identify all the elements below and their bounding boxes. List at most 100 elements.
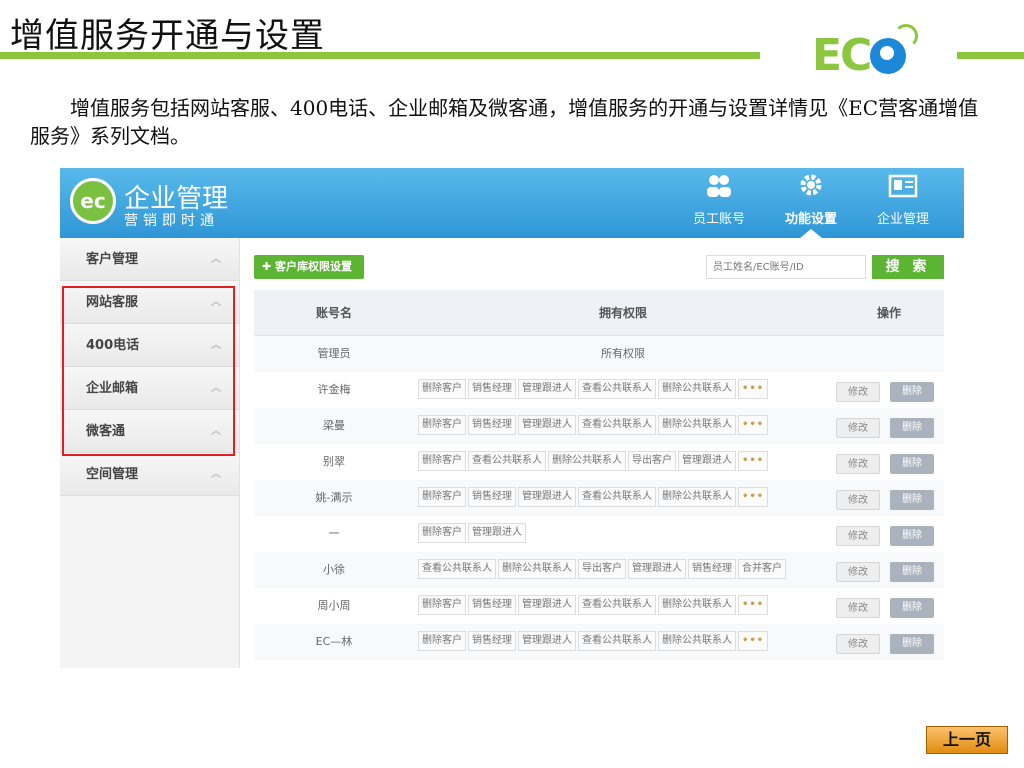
- edit-button[interactable]: 修改: [836, 634, 880, 654]
- permission-tag: 删除公共联系人: [658, 487, 736, 507]
- chevron-up-icon: ︿: [211, 254, 221, 265]
- delete-button[interactable]: 删除: [890, 526, 934, 546]
- app-logo-icon: ec: [70, 178, 116, 224]
- permission-tag: 查看公共联系人: [468, 451, 546, 471]
- account-name: 姚-满示: [315, 491, 353, 504]
- permission-tag: 删除客户: [418, 415, 466, 435]
- delete-button[interactable]: 删除: [890, 598, 934, 618]
- nav-label: 功能设置: [784, 212, 837, 227]
- table-row: 别翠 删除客户 查看公共联系人 删除公共联系人 导出客户 管理跟进人 ••• 修改 删除: [254, 444, 944, 480]
- chevron-up-icon: ︿: [211, 426, 221, 437]
- permission-tags: 删除客户 销售经理 管理跟进人 查看公共联系人 删除公共联系人 •••: [418, 595, 828, 615]
- sidebar-item-400-phone[interactable]: 400电话 ︿: [60, 324, 239, 367]
- permission-tag: 删除客户: [418, 451, 466, 471]
- permission-tag: 销售经理: [468, 487, 516, 507]
- nav-staff-account[interactable]: 员工账号: [684, 168, 754, 238]
- permission-tag: 导出客户: [578, 559, 626, 579]
- main-panel: ✚ 客户库权限设置 搜 索 账号名 拥有权限 操作 管理员所有权限许金梅删除客户…: [240, 238, 964, 668]
- nav-enterprise-management[interactable]: 企业管理: [868, 168, 938, 238]
- account-name: 小徐: [323, 563, 345, 576]
- permission-tag: 导出客户: [628, 451, 676, 471]
- permission-tag: 销售经理: [468, 631, 516, 651]
- edit-button[interactable]: 修改: [836, 526, 880, 546]
- permission-tag: 删除客户: [418, 631, 466, 651]
- search-button[interactable]: 搜 索: [872, 255, 944, 279]
- chevron-up-icon: ︿: [211, 383, 221, 394]
- account-name: 梁曼: [323, 419, 345, 432]
- permission-tags: 查看公共联系人 删除公共联系人 导出客户 管理跟进人 销售经理 合并客户: [418, 559, 828, 579]
- chevron-up-icon: ︿: [211, 469, 221, 480]
- permission-tag: 管理跟进人: [678, 451, 736, 471]
- delete-button[interactable]: 删除: [890, 562, 934, 582]
- edit-button[interactable]: 修改: [836, 382, 880, 402]
- brand-logo: EC: [812, 22, 922, 82]
- permission-table: 账号名 拥有权限 操作 管理员 所有权限 许金梅 删除客户 销售经理 管理跟进人 查看公共联…: [254, 290, 944, 660]
- gear-icon: [776, 168, 846, 208]
- permission-tag: 查看公共联系人: [418, 559, 496, 579]
- account-name: EC—林: [315, 635, 353, 648]
- add-permission-label: 客户库权限设置: [275, 260, 353, 273]
- more-tags-button[interactable]: •••: [738, 451, 769, 471]
- title-underline-right: [957, 52, 1024, 59]
- chevron-up-icon: ︿: [211, 340, 221, 351]
- permission-tag: 查看公共联系人: [578, 631, 656, 651]
- permission-tag: 管理跟进人: [628, 559, 686, 579]
- chevron-up-icon: ︿: [211, 297, 221, 308]
- table-row: 管理员 所有权限: [254, 336, 944, 372]
- header-name: 账号名: [315, 306, 352, 320]
- permission-tags: 删除客户 管理跟进人: [418, 523, 828, 543]
- edit-button[interactable]: 修改: [836, 598, 880, 618]
- sidebar-item-label: 网站客服: [86, 295, 139, 310]
- table-row: EC—林 删除客户 销售经理 管理跟进人 查看公共联系人 删除公共联系人 ••• 修改 删除: [254, 624, 944, 660]
- permission-tag: 删除公共联系人: [658, 631, 736, 651]
- search-input[interactable]: [706, 255, 866, 279]
- delete-button[interactable]: 删除: [890, 418, 934, 438]
- permission-tag: 删除公共联系人: [498, 559, 576, 579]
- nav-label: 员工账号: [692, 212, 745, 227]
- more-tags-button[interactable]: •••: [738, 631, 769, 651]
- delete-button[interactable]: 删除: [890, 382, 934, 402]
- more-tags-button[interactable]: •••: [738, 379, 769, 399]
- more-tags-button[interactable]: •••: [738, 415, 769, 435]
- table-body: 管理员 所有权限 许金梅 删除客户 销售经理 管理跟进人 查看公共联系人 删除公共联系人 •••…: [254, 336, 944, 660]
- permission-tag: 管理跟进人: [518, 487, 576, 507]
- sidebar-item-weiketong[interactable]: 微客通 ︿: [60, 410, 239, 453]
- permission-tag: 管理跟进人: [518, 631, 576, 651]
- delete-button[interactable]: 删除: [890, 454, 934, 474]
- delete-button[interactable]: 删除: [890, 490, 934, 510]
- sidebar-item-web-service[interactable]: 网站客服 ︿: [60, 281, 239, 324]
- brand-logo-text: EC: [812, 30, 872, 81]
- nav-function-settings[interactable]: 功能设置: [776, 168, 846, 238]
- permission-tag: 销售经理: [468, 595, 516, 615]
- table-row: 周小周 删除客户 销售经理 管理跟进人 查看公共联系人 删除公共联系人 ••• 修改 删除: [254, 588, 944, 624]
- app-header: ec 企业管理 营销即时通 员工账号 功能设置 企业管理: [60, 168, 964, 238]
- sidebar-item-space[interactable]: 空间管理 ︿: [60, 453, 239, 496]
- header-perms: 拥有权限: [598, 306, 647, 320]
- permission-tag: 销售经理: [468, 415, 516, 435]
- enterprise-icon: [868, 168, 938, 208]
- app-screenshot: ec 企业管理 营销即时通 员工账号 功能设置 企业管理 客户管理 ︿ 网站客服 ︿…: [60, 168, 964, 668]
- sidebar-item-customer[interactable]: 客户管理 ︿: [60, 238, 239, 281]
- permission-tag: 管理跟进人: [518, 379, 576, 399]
- add-permission-button[interactable]: ✚ 客户库权限设置: [254, 255, 365, 279]
- permission-tag: 管理跟进人: [518, 595, 576, 615]
- sidebar-item-mail[interactable]: 企业邮箱 ︿: [60, 367, 239, 410]
- edit-button[interactable]: 修改: [836, 490, 880, 510]
- table-row: 一删除客户 管理跟进人 修改 删除: [254, 516, 944, 552]
- permission-tags: 删除客户 销售经理 管理跟进人 查看公共联系人 删除公共联系人 •••: [418, 415, 828, 435]
- staff-icon: [684, 168, 754, 208]
- edit-button[interactable]: 修改: [836, 454, 880, 474]
- edit-button[interactable]: 修改: [836, 562, 880, 582]
- delete-button[interactable]: 删除: [890, 634, 934, 654]
- sidebar: 客户管理 ︿ 网站客服 ︿ 400电话 ︿ 企业邮箱 ︿ 微客通 ︿ 空间管理 ︿: [60, 238, 240, 668]
- more-tags-button[interactable]: •••: [738, 595, 769, 615]
- account-name: 许金梅: [317, 383, 351, 396]
- plus-icon: ✚: [262, 260, 276, 273]
- more-tags-button[interactable]: •••: [738, 487, 769, 507]
- prev-page-button[interactable]: 上一页: [926, 726, 1008, 754]
- table-row: 姚-满示 删除客户 销售经理 管理跟进人 查看公共联系人 删除公共联系人 ••• 修改 删除: [254, 480, 944, 516]
- edit-button[interactable]: 修改: [836, 418, 880, 438]
- permission-tag: 删除客户: [418, 379, 466, 399]
- sidebar-item-label: 企业邮箱: [86, 381, 139, 396]
- permission-tags: 删除客户 销售经理 管理跟进人 查看公共联系人 删除公共联系人 •••: [418, 631, 828, 651]
